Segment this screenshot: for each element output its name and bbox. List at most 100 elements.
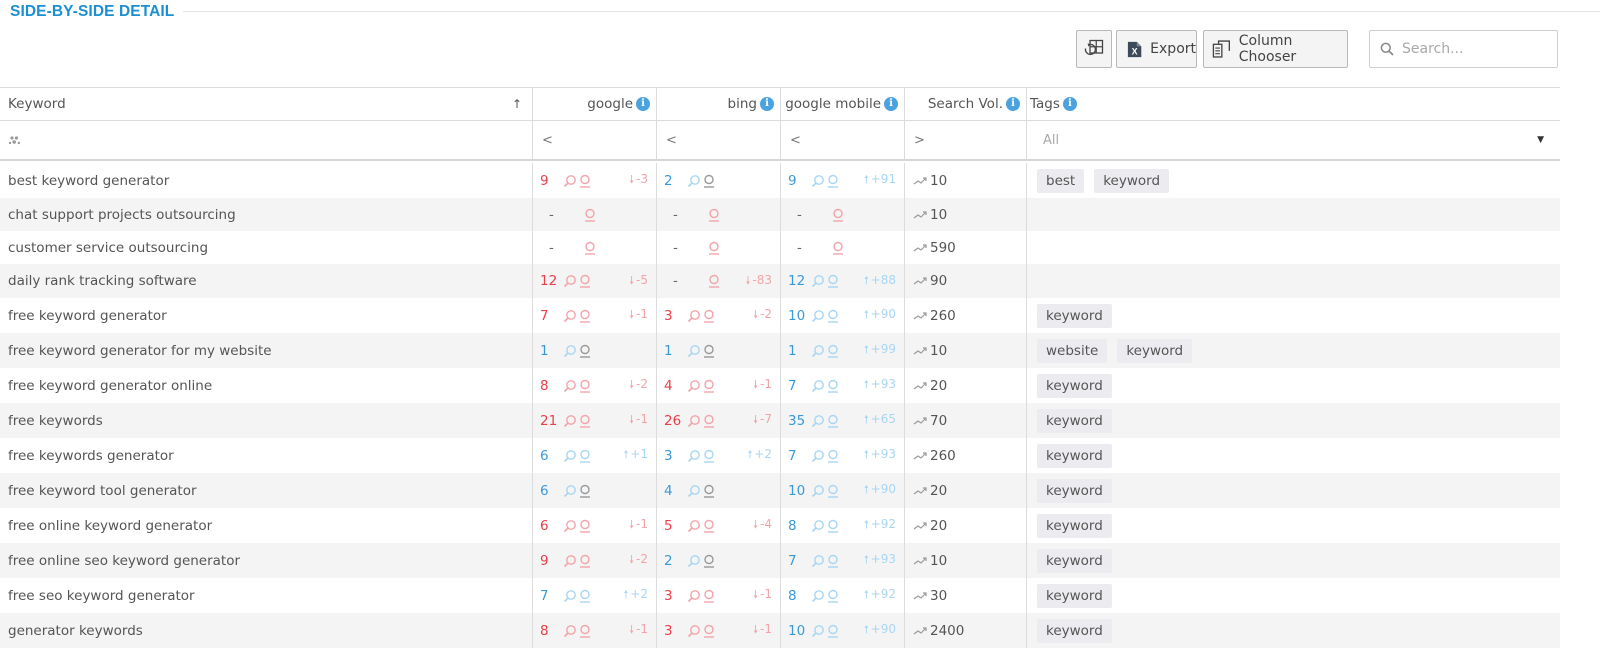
rank-cell-bing[interactable]: 5 🠗 -4: [657, 508, 781, 543]
rank-cell-google[interactable]: 8 🠗 -2: [533, 368, 657, 403]
table-row[interactable]: free keyword generator for my website 1 1 1…: [0, 333, 1560, 368]
table-row[interactable]: free online seo keyword generator 9 🠗 -2 2 7 🠕…: [0, 543, 1560, 578]
rank-cell-mobile[interactable]: 1 🠕 +99: [781, 333, 905, 368]
rank-cell-bing[interactable]: -: [657, 231, 781, 264]
search-input[interactable]: [1402, 41, 1552, 57]
info-icon[interactable]: i: [1062, 97, 1077, 111]
table-row[interactable]: free online keyword generator 6 🠗 -1 5 🠗 -4 8 🠕 +…: [0, 508, 1560, 543]
rank-cell-mobile[interactable]: 10 🠕 +90: [781, 613, 905, 648]
rank-cell-bing[interactable]: 2: [657, 163, 781, 198]
rank-cell-google[interactable]: 1: [533, 333, 657, 368]
search-vol-cell[interactable]: 20: [905, 473, 1027, 508]
search-box[interactable]: [1369, 30, 1558, 68]
table-row[interactable]: generator keywords 8 🠗 -1 3 🠗 -1 10 🠕 +90 2400 keyw…: [0, 613, 1560, 648]
table-row[interactable]: free keyword generator 7 🠗 -1 3 🠗 -2 10 🠕 +90 260 k…: [0, 298, 1560, 333]
rank-cell-bing[interactable]: 1: [657, 333, 781, 368]
info-icon[interactable]: i: [884, 97, 898, 111]
search-vol-cell[interactable]: 10: [905, 333, 1027, 368]
table-row[interactable]: free keyword generator online 8 🠗 -2 4 🠗 -1 7 🠕 +…: [0, 368, 1560, 403]
rank-cell-google[interactable]: 7 🠕 +2: [533, 578, 657, 613]
rank-cell-bing[interactable]: 26 🠗 -7: [657, 403, 781, 438]
tag-chip[interactable]: website: [1037, 338, 1108, 363]
google-mobile-filter[interactable]: <: [781, 121, 905, 159]
search-vol-cell[interactable]: 10: [905, 198, 1027, 231]
rank-cell-mobile[interactable]: 7 🠕 +93: [781, 438, 905, 473]
search-vol-cell[interactable]: 260: [905, 298, 1027, 333]
search-vol-cell[interactable]: 20: [905, 508, 1027, 543]
rank-cell-mobile[interactable]: -: [781, 231, 905, 264]
rank-cell-google[interactable]: 6 🠗 -1: [533, 508, 657, 543]
rank-cell-mobile[interactable]: 10 🠕 +90: [781, 473, 905, 508]
bing-filter[interactable]: <: [657, 121, 781, 159]
rank-cell-mobile[interactable]: 8 🠕 +92: [781, 578, 905, 613]
rank-cell-bing[interactable]: 3 🠗 -1: [657, 578, 781, 613]
rank-cell-google[interactable]: 21 🠗 -1: [533, 403, 657, 438]
rank-cell-google[interactable]: -: [533, 231, 657, 264]
table-row[interactable]: free keyword tool generator 6 4 10 🠕 +90 20 key…: [0, 473, 1560, 508]
col-header-google-mobile[interactable]: google mobile i: [781, 88, 905, 120]
search-vol-cell[interactable]: 10: [905, 163, 1027, 198]
grid-layout-button[interactable]: [1076, 30, 1112, 68]
rank-cell-google[interactable]: 12 🠗 -5: [533, 264, 657, 298]
tag-chip[interactable]: best: [1037, 168, 1085, 193]
tag-chip[interactable]: keyword: [1037, 303, 1112, 328]
google-filter[interactable]: <: [533, 121, 657, 159]
col-header-tags[interactable]: Tags i: [1027, 88, 1560, 120]
col-header-bing[interactable]: bing i: [657, 88, 781, 120]
rank-cell-mobile[interactable]: 7 🠕 +93: [781, 543, 905, 578]
table-row[interactable]: free keywords 21 🠗 -1 26 🠗 -7 35 🠕 +65 70 keyword: [0, 403, 1560, 438]
col-header-google[interactable]: google i: [533, 88, 657, 120]
rank-cell-bing[interactable]: 3 🠗 -1: [657, 613, 781, 648]
rank-cell-bing[interactable]: 2: [657, 543, 781, 578]
rank-cell-bing[interactable]: 4 🠗 -1: [657, 368, 781, 403]
search-vol-cell[interactable]: 70: [905, 403, 1027, 438]
tag-chip[interactable]: keyword: [1037, 583, 1112, 608]
export-button[interactable]: X Export: [1116, 30, 1197, 68]
info-icon[interactable]: i: [760, 97, 774, 111]
rank-cell-google[interactable]: 6 🠕 +1: [533, 438, 657, 473]
rank-cell-mobile[interactable]: 8 🠕 +92: [781, 508, 905, 543]
rank-cell-mobile[interactable]: 7 🠕 +93: [781, 368, 905, 403]
col-header-search-vol[interactable]: Search Vol. i: [905, 88, 1027, 120]
table-row[interactable]: free seo keyword generator 7 🠕 +2 3 🠗 -1 8 🠕 +92 3…: [0, 578, 1560, 613]
rank-cell-bing[interactable]: 3 🠕 +2: [657, 438, 781, 473]
rank-cell-bing[interactable]: 3 🠗 -2: [657, 298, 781, 333]
rank-cell-bing[interactable]: 4: [657, 473, 781, 508]
search-vol-cell[interactable]: 590: [905, 231, 1027, 264]
rank-cell-google[interactable]: 8 🠗 -1: [533, 613, 657, 648]
rank-cell-mobile[interactable]: -: [781, 198, 905, 231]
rank-cell-google[interactable]: 7 🠗 -1: [533, 298, 657, 333]
tag-chip[interactable]: keyword: [1037, 408, 1112, 433]
tag-chip[interactable]: keyword: [1037, 478, 1112, 503]
search-vol-cell[interactable]: 20: [905, 368, 1027, 403]
rank-cell-mobile[interactable]: 9 🠕 +91: [781, 163, 905, 198]
tags-filter-select[interactable]: All ▼: [1027, 121, 1560, 159]
search-vol-cell[interactable]: 2400: [905, 613, 1027, 648]
tag-chip[interactable]: keyword: [1037, 373, 1112, 398]
search-vol-cell[interactable]: 260: [905, 438, 1027, 473]
search-vol-filter[interactable]: >: [905, 121, 1027, 159]
table-row[interactable]: chat support projects outsourcing - - -10: [0, 198, 1560, 231]
info-icon[interactable]: i: [636, 97, 650, 111]
rank-cell-mobile[interactable]: 10 🠕 +90: [781, 298, 905, 333]
rank-cell-google[interactable]: 9 🠗 -3: [533, 163, 657, 198]
table-row[interactable]: daily rank tracking software 12 🠗 -5- 🠗 -83 12…: [0, 264, 1560, 298]
rank-cell-google[interactable]: 9 🠗 -2: [533, 543, 657, 578]
search-vol-cell[interactable]: 90: [905, 264, 1027, 298]
table-row[interactable]: best keyword generator 9 🠗 -3 2 9 🠕 +91 10 best ke…: [0, 163, 1560, 198]
search-vol-cell[interactable]: 10: [905, 543, 1027, 578]
tag-chip[interactable]: keyword: [1037, 618, 1112, 643]
col-header-keyword[interactable]: Keyword ↑: [0, 88, 533, 120]
search-vol-cell[interactable]: 30: [905, 578, 1027, 613]
rank-cell-google[interactable]: -: [533, 198, 657, 231]
info-icon[interactable]: i: [1006, 97, 1020, 111]
rank-cell-bing[interactable]: - 🠗 -83: [657, 264, 781, 298]
tag-chip[interactable]: keyword: [1117, 338, 1193, 363]
tag-chip[interactable]: keyword: [1037, 548, 1112, 573]
tag-chip[interactable]: keyword: [1037, 513, 1112, 538]
tag-chip[interactable]: keyword: [1094, 168, 1170, 193]
rank-cell-mobile[interactable]: 12 🠕 +88: [781, 264, 905, 298]
rank-cell-google[interactable]: 6: [533, 473, 657, 508]
table-row[interactable]: customer service outsourcing - - -590: [0, 231, 1560, 264]
column-chooser-button[interactable]: Column Chooser: [1203, 30, 1348, 68]
